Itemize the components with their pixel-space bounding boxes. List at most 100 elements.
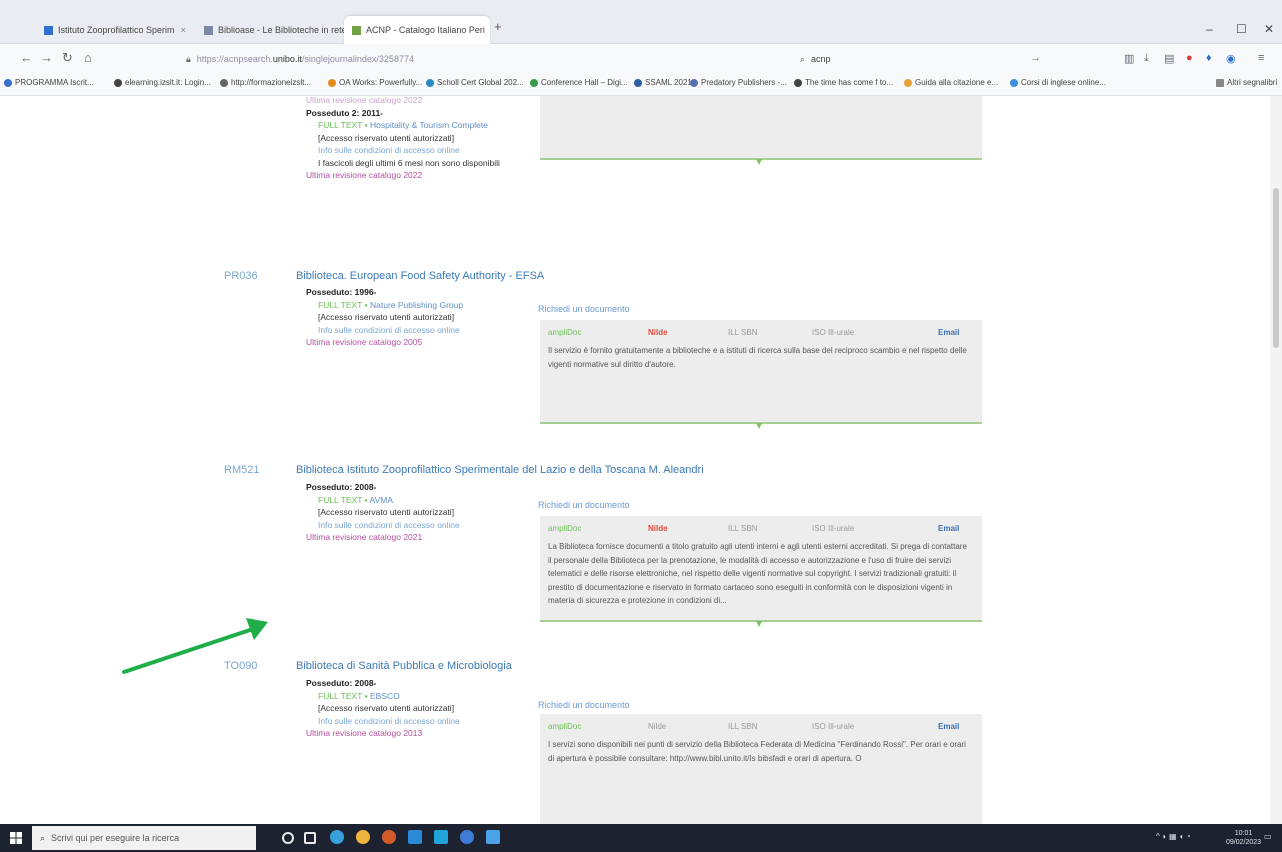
tab-close-icon[interactable]: × bbox=[181, 25, 186, 35]
firefox-icon[interactable] bbox=[382, 830, 396, 844]
service-ampli-doc[interactable]: ampliDoc bbox=[548, 722, 581, 731]
service-iso-ill[interactable]: ISO Ill-urale bbox=[812, 524, 854, 533]
access-info-link[interactable]: Info sulle condizioni di accesso online bbox=[318, 715, 460, 728]
taskbar-search-input[interactable]: ⌕ Scrivi qui per eseguire la ricerca bbox=[32, 826, 256, 850]
system-tray[interactable]: ^ ◗ ▦ ◖ ◔ bbox=[1156, 832, 1191, 841]
minimize-icon[interactable]: – bbox=[1206, 22, 1213, 36]
service-ill-sbn[interactable]: ILL SBN bbox=[728, 328, 758, 337]
cortana-icon[interactable] bbox=[282, 832, 294, 844]
home-icon[interactable]: ⌂ bbox=[84, 50, 92, 65]
access-info-link[interactable]: Info sulle condizioni di accesso online bbox=[318, 144, 500, 157]
lock-icon: 🔒︎ bbox=[186, 53, 191, 64]
file-explorer-icon[interactable] bbox=[408, 830, 422, 844]
library-name[interactable]: Biblioteca Istituto Zooprofilattico Sper… bbox=[296, 464, 704, 476]
back-icon[interactable]: ← bbox=[20, 50, 33, 65]
maximize-icon[interactable]: ☐ bbox=[1236, 22, 1247, 36]
expand-arrow-icon[interactable] bbox=[756, 621, 762, 627]
service-iso-ill[interactable]: ISO Ill-urale bbox=[812, 722, 854, 731]
page-scrollbar[interactable] bbox=[1270, 96, 1282, 824]
windows-taskbar: ⌕ Scrivi qui per eseguire la ricerca ^ ◗… bbox=[0, 824, 1282, 852]
windows-start-icon[interactable] bbox=[10, 832, 22, 844]
browser-tab-izs[interactable]: Istituto Zooprofilattico Sperim × bbox=[36, 16, 198, 44]
bookmark-item[interactable]: elearning.izslt.it: Login... bbox=[114, 78, 211, 87]
service-ill-sbn[interactable]: ILL SBN bbox=[728, 524, 758, 533]
taskbar-clock[interactable]: 10:01 09/02/2023 bbox=[1226, 829, 1261, 847]
library-icon[interactable]: ▥ bbox=[1124, 52, 1134, 65]
browser-tab-biblioase[interactable]: Biblioase - Le Biblioteche in rete di × bbox=[196, 16, 344, 44]
sidebar-icon[interactable]: ▤ bbox=[1164, 52, 1174, 65]
bookmark-item[interactable]: Scholl Cert Global 202... bbox=[426, 78, 524, 87]
fulltext-link[interactable]: FULL TEXT ▪ Hospitality & Tourism Comple… bbox=[318, 119, 500, 132]
clock-time: 10:01 bbox=[1234, 830, 1253, 837]
library-name[interactable]: Biblioteca. European Food Safety Authori… bbox=[296, 270, 544, 282]
service-nilde[interactable]: Nilde bbox=[648, 722, 666, 731]
bookmark-item[interactable]: The time has come f to... bbox=[794, 78, 893, 87]
tab-label: Istituto Zooprofilattico Sperim bbox=[58, 25, 175, 35]
fulltext-source[interactable]: Nature Publishing Group bbox=[370, 300, 463, 310]
service-ill-sbn[interactable]: ILL SBN bbox=[728, 722, 758, 731]
bookmark-folder-other[interactable]: Altri segnalibri bbox=[1216, 78, 1277, 87]
request-conditions-text: Il servizio è fornito gratuitamente a bi… bbox=[548, 346, 967, 369]
fulltext-source[interactable]: AVMA bbox=[370, 495, 393, 505]
bookmark-icon bbox=[220, 78, 228, 87]
account-icon[interactable]: ◉ bbox=[1226, 52, 1236, 65]
service-nilde[interactable]: Nilde bbox=[648, 328, 668, 337]
service-email[interactable]: Email bbox=[938, 524, 959, 533]
task-view-icon[interactable] bbox=[304, 832, 316, 844]
service-email[interactable]: Email bbox=[938, 328, 959, 337]
scrollbar-thumb[interactable] bbox=[1273, 188, 1279, 348]
bookmark-item[interactable]: OA Works: Powerfully... bbox=[328, 78, 422, 87]
service-ampli-doc[interactable]: ampliDoc bbox=[548, 524, 581, 533]
library-code[interactable]: RM521 bbox=[224, 464, 259, 476]
fulltext-link[interactable]: FULL TEXT ▪ Nature Publishing Group bbox=[318, 299, 463, 312]
service-email[interactable]: Email bbox=[938, 722, 959, 731]
search-bar[interactable]: ⌕ acnp bbox=[800, 49, 1040, 69]
notification-icon[interactable]: ▭ bbox=[1264, 832, 1272, 841]
service-iso-ill[interactable]: ISO Ill-urale bbox=[812, 328, 854, 337]
bookmark-item[interactable]: Corsi di inglese online... bbox=[1010, 78, 1106, 87]
missing-issues-note: I fascicoli degli ultimi 6 mesi non sono… bbox=[318, 157, 500, 168]
service-ampli-doc[interactable]: ampliDoc bbox=[548, 328, 581, 337]
access-info-link[interactable]: Info sulle condizioni di accesso online bbox=[318, 519, 460, 532]
tab-label: ACNP - Catalogo Italiano Peri bbox=[366, 25, 485, 35]
library-code[interactable]: PR036 bbox=[224, 270, 258, 282]
extension-icon[interactable]: ♦ bbox=[1206, 52, 1212, 64]
reload-icon[interactable]: ↻ bbox=[62, 50, 73, 66]
download-icon[interactable]: ⤓ bbox=[1144, 52, 1149, 65]
access-note: [Accesso riservato utenti autorizzati] bbox=[318, 132, 455, 143]
bookmark-item[interactable]: Guida alla citazione e... bbox=[904, 78, 998, 87]
service-nilde[interactable]: Nilde bbox=[648, 524, 668, 533]
bookmark-item[interactable]: SSAML 2021 bbox=[634, 78, 692, 87]
browser-tab-acnp[interactable]: ACNP - Catalogo Italiano Peri × bbox=[344, 16, 490, 44]
forward-icon[interactable]: → bbox=[40, 50, 53, 65]
bookmark-item[interactable]: PROGRAMMA Iscrit... bbox=[4, 78, 94, 87]
search-go-icon[interactable]: → bbox=[1030, 52, 1041, 64]
request-document-link[interactable]: Richiedi un documento bbox=[538, 500, 630, 510]
bookmark-item[interactable]: http://formazioneizslt... bbox=[220, 78, 311, 87]
fulltext-link[interactable]: FULL TEXT ▪ AVMA bbox=[318, 494, 460, 507]
holdings-range: Posseduto 2: 2011- bbox=[306, 107, 384, 118]
outlook-icon[interactable] bbox=[434, 830, 448, 844]
edge-icon[interactable] bbox=[330, 830, 344, 844]
internet-explorer-icon[interactable] bbox=[460, 830, 474, 844]
menu-icon[interactable]: ≡ bbox=[1258, 52, 1264, 64]
library-name[interactable]: Biblioteca di Sanità Pubblica e Microbio… bbox=[296, 660, 512, 672]
bookmark-item[interactable]: Predatory Publishers -... bbox=[690, 78, 787, 87]
chrome-icon[interactable] bbox=[356, 830, 370, 844]
word-icon[interactable] bbox=[486, 830, 500, 844]
fulltext-source[interactable]: EBSCO bbox=[370, 691, 400, 701]
fulltext-source[interactable]: Hospitality & Tourism Complete bbox=[370, 120, 488, 130]
expand-arrow-icon[interactable] bbox=[756, 423, 762, 429]
adblock-icon[interactable]: ● bbox=[1186, 52, 1193, 64]
access-info-link[interactable]: Info sulle condizioni di accesso online bbox=[318, 324, 463, 337]
bookmark-item[interactable]: Conference Hall – Digi... bbox=[530, 78, 628, 87]
request-document-link[interactable]: Richiedi un documento bbox=[538, 700, 630, 710]
new-tab-button[interactable]: + bbox=[494, 19, 502, 34]
address-bar[interactable]: 🔒︎ https://acnpsearch. unibo.it/singlejou… bbox=[186, 49, 746, 69]
fulltext-link[interactable]: FULL TEXT ▪ EBSCO bbox=[318, 690, 460, 703]
request-document-link[interactable]: Richiedi un documento bbox=[538, 304, 630, 314]
expand-arrow-icon[interactable] bbox=[756, 159, 762, 165]
close-window-icon[interactable]: ✕ bbox=[1264, 22, 1274, 36]
catalog-revision: Ultima revisione catalogo 2005 bbox=[306, 337, 423, 347]
search-input[interactable]: acnp bbox=[811, 54, 831, 64]
